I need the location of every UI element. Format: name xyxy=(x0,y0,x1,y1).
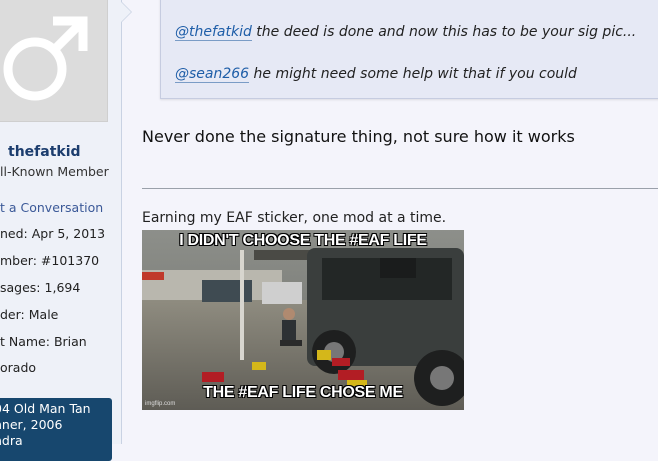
meme-bottom-text: THE #EAF LIFE CHOSE ME xyxy=(203,384,403,401)
garage-photo xyxy=(142,230,464,410)
meme-top-text: I DIDN'T CHOOSE THE #EAF LIFE xyxy=(179,232,427,249)
start-conversation-link[interactable]: t a Conversation xyxy=(0,200,103,215)
info-value: Apr 5, 2013 xyxy=(31,226,106,241)
info-value: 1,694 xyxy=(44,280,81,295)
vehicle-line: 04 Old Man Tan xyxy=(0,401,91,416)
info-label: der: xyxy=(0,307,25,322)
avatar[interactable] xyxy=(0,0,108,122)
signature-text: Earning my EAF sticker, one mod at a tim… xyxy=(142,210,447,226)
info-joined: ned: Apr 5, 2013 xyxy=(0,226,105,241)
info-label: orado xyxy=(0,360,37,375)
info-label: ned: xyxy=(0,226,28,241)
mention-link[interactable]: @thefatkid xyxy=(175,24,252,41)
quote-line: @thefatkid the deed is done and now this… xyxy=(175,24,637,41)
sidebar-arrow xyxy=(121,2,131,22)
info-first-name: t Name: Brian xyxy=(0,334,87,349)
vehicle-line: nner, 2006 xyxy=(0,417,63,432)
quote-text: the deed is done and now this has to be … xyxy=(251,24,637,40)
info-label: sages: xyxy=(0,280,41,295)
info-messages: sages: 1,694 xyxy=(0,280,80,295)
quote-text: he might need some help wit that if you … xyxy=(249,66,577,82)
info-gender: der: Male xyxy=(0,307,58,322)
signature-image[interactable]: I DIDN'T CHOOSE THE #EAF LIFE THE #EAF L… xyxy=(142,230,464,410)
user-sidebar: thefatkid ll-Known Member t a Conversati… xyxy=(0,0,122,461)
info-label: mber: xyxy=(0,253,37,268)
vehicle-badge: 04 Old Man Tan nner, 2006 ndra xyxy=(0,398,112,461)
post-message: Never done the signature thing, not sure… xyxy=(142,127,575,146)
username[interactable]: thefatkid xyxy=(8,144,81,160)
quote-line: @sean266 he might need some help wit tha… xyxy=(175,66,577,83)
info-label: t Name: xyxy=(0,334,50,349)
info-value: Male xyxy=(28,307,59,322)
meme-watermark: imgflip.com xyxy=(145,401,176,407)
quote-block: @thefatkid the deed is done and now this… xyxy=(160,0,658,99)
vehicle-line: ndra xyxy=(0,433,23,448)
signature-divider xyxy=(142,188,658,189)
info-value: #101370 xyxy=(40,253,100,268)
user-title: ll-Known Member xyxy=(0,164,109,179)
info-value: Brian xyxy=(53,334,87,349)
mention-link[interactable]: @sean266 xyxy=(175,66,250,83)
info-member-number: mber: #101370 xyxy=(0,253,99,268)
info-location: orado xyxy=(0,360,36,375)
male-symbol-icon xyxy=(3,16,88,101)
